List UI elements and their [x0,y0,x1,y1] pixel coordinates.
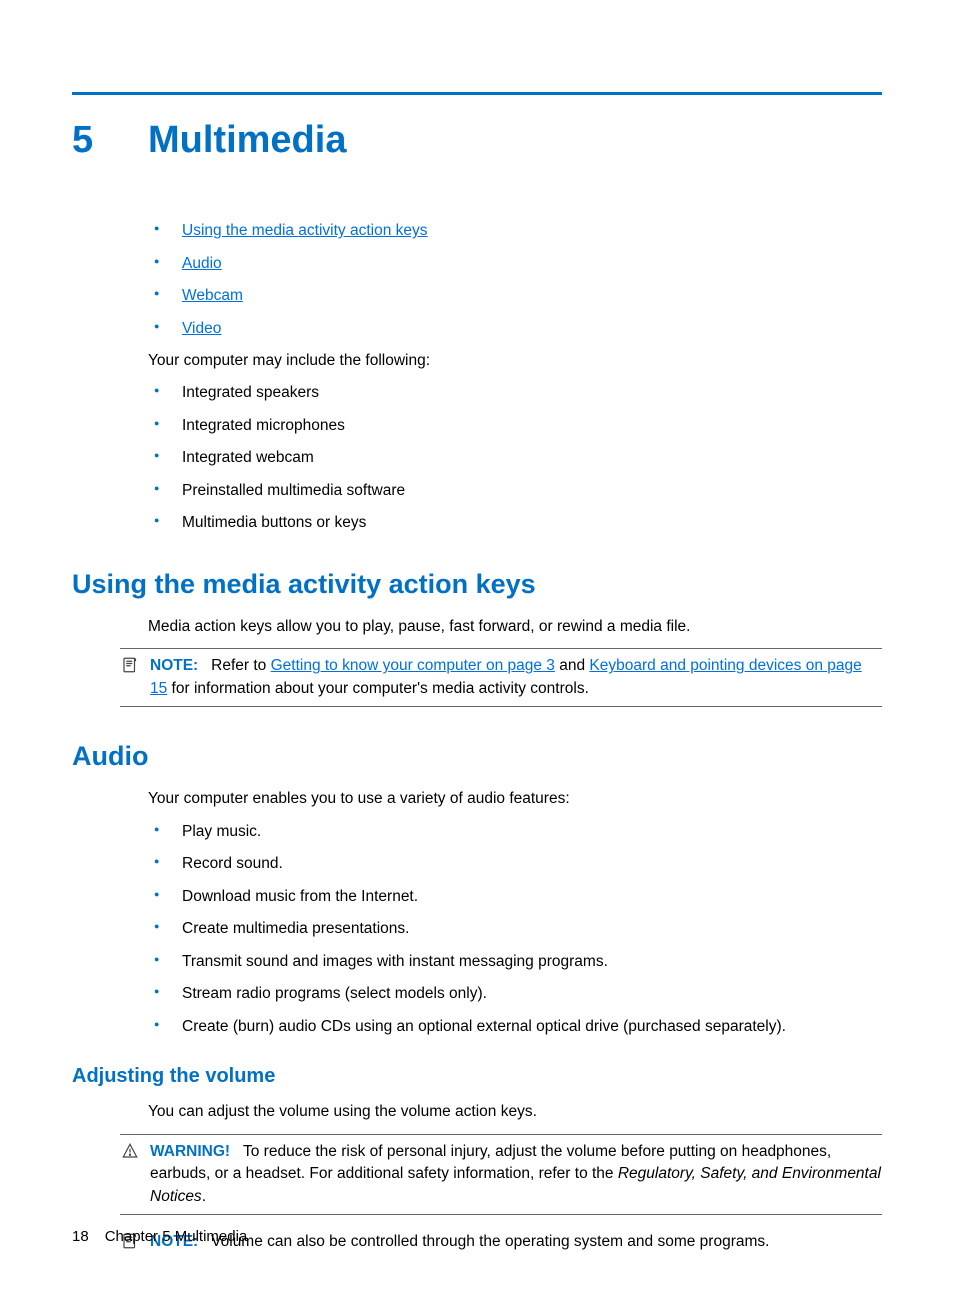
subsection-heading-volume: Adjusting the volume [72,1062,882,1091]
audio-intro: Your computer enables you to use a varie… [148,788,882,810]
list-item: Video [148,318,882,340]
list-item: Preinstalled multimedia software [148,480,882,502]
list-item: Webcam [148,285,882,307]
list-item: Record sound. [148,853,882,875]
chapter-reference: Chapter 5 Multimedia [105,1226,248,1248]
toc-link-webcam[interactable]: Webcam [182,287,243,304]
note-text-part: Refer to [211,657,270,674]
section-heading-media-keys: Using the media activity action keys [72,565,882,604]
toc-link-audio[interactable]: Audio [182,255,222,272]
warning-label: WARNING! [150,1143,230,1160]
note-label: NOTE: [150,657,198,674]
warning-text: WARNING! To reduce the risk of personal … [150,1141,882,1208]
top-divider [72,92,882,95]
warning-body-after: . [202,1188,206,1205]
list-item: Stream radio programs (select models onl… [148,983,882,1005]
note-icon [120,656,144,674]
note-text: NOTE: Refer to Getting to know your comp… [150,655,882,700]
volume-paragraph: You can adjust the volume using the volu… [148,1101,882,1123]
note-text-part: for information about your computer's me… [167,680,589,697]
warning-icon [120,1142,144,1160]
audio-body: Your computer enables you to use a varie… [148,788,882,1038]
list-item: Integrated microphones [148,415,882,437]
list-item: Transmit sound and images with instant m… [148,951,882,973]
feature-list: Integrated speakers Integrated microphon… [148,382,882,534]
list-item: Play music. [148,821,882,843]
list-item: Create (burn) audio CDs using an optiona… [148,1016,882,1038]
page-footer: 18 Chapter 5 Multimedia [72,1226,247,1248]
note-body-text: Volume can also be controlled through th… [211,1233,769,1250]
chapter-name: Multimedia [148,113,346,168]
chapter-title: 5 Multimedia [72,113,882,168]
media-keys-body: Media action keys allow you to play, pau… [148,616,882,638]
note-callout: NOTE: Refer to Getting to know your comp… [120,648,882,707]
list-item: Download music from the Internet. [148,886,882,908]
list-item: Create multimedia presentations. [148,918,882,940]
audio-feature-list: Play music. Record sound. Download music… [148,821,882,1038]
toc-block: Using the media activity action keys Aud… [148,220,882,535]
list-item: Multimedia buttons or keys [148,512,882,534]
note-link-1[interactable]: Getting to know your computer on page 3 [271,657,555,674]
intro-paragraph: Your computer may include the following: [148,350,882,372]
media-keys-paragraph: Media action keys allow you to play, pau… [148,616,882,638]
toc-link-media-keys[interactable]: Using the media activity action keys [182,222,428,239]
chapter-number: 5 [72,113,148,168]
toc-link-video[interactable]: Video [182,320,221,337]
list-item: Integrated webcam [148,447,882,469]
list-item: Audio [148,253,882,275]
list-item: Integrated speakers [148,382,882,404]
document-page: 5 Multimedia Using the media activity ac… [0,0,954,1300]
warning-callout: WARNING! To reduce the risk of personal … [120,1134,882,1215]
section-heading-audio: Audio [72,737,882,776]
page-number: 18 [72,1226,89,1248]
note-text-part: and [555,657,589,674]
list-item: Using the media activity action keys [148,220,882,242]
volume-body: You can adjust the volume using the volu… [148,1101,882,1123]
note-text: NOTE: Volume can also be controlled thro… [150,1231,882,1253]
toc-list: Using the media activity action keys Aud… [148,220,882,340]
